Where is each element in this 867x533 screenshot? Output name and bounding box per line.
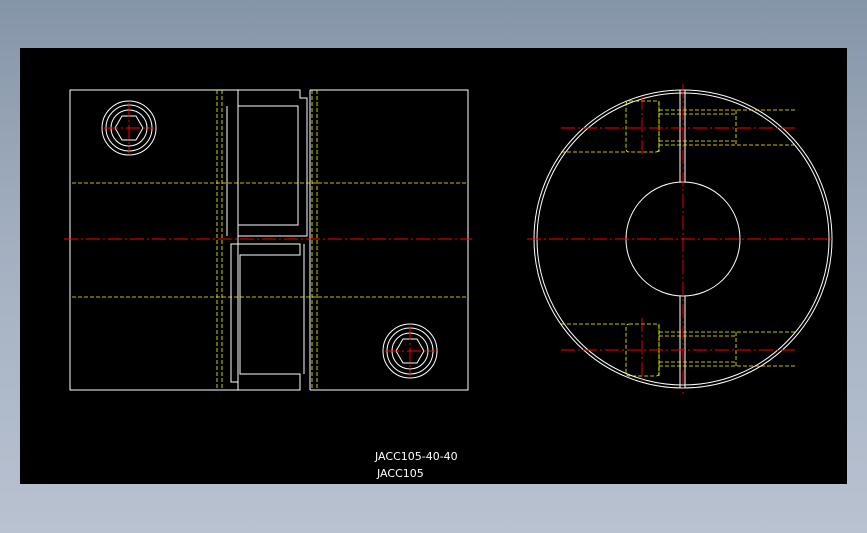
front-view (64, 89, 472, 391)
hex-screw-upper (101, 100, 157, 156)
model-number-label: JACC105-40-40 (375, 450, 458, 463)
left-hub-outline (69, 89, 238, 391)
cad-viewport[interactable]: .o { stroke: #ffffff; stroke-width: 1; f… (20, 48, 847, 484)
series-label: JACC105 (377, 467, 424, 480)
lower-jaw (230, 243, 301, 391)
hex-screw-lower (382, 323, 438, 379)
clamp-screw-upper-hidden (561, 100, 796, 153)
right-hub-outline (310, 89, 469, 391)
side-view (527, 84, 835, 394)
cad-drawing: .o { stroke: #ffffff; stroke-width: 1; f… (64, 84, 835, 394)
upper-jaw (237, 89, 308, 237)
